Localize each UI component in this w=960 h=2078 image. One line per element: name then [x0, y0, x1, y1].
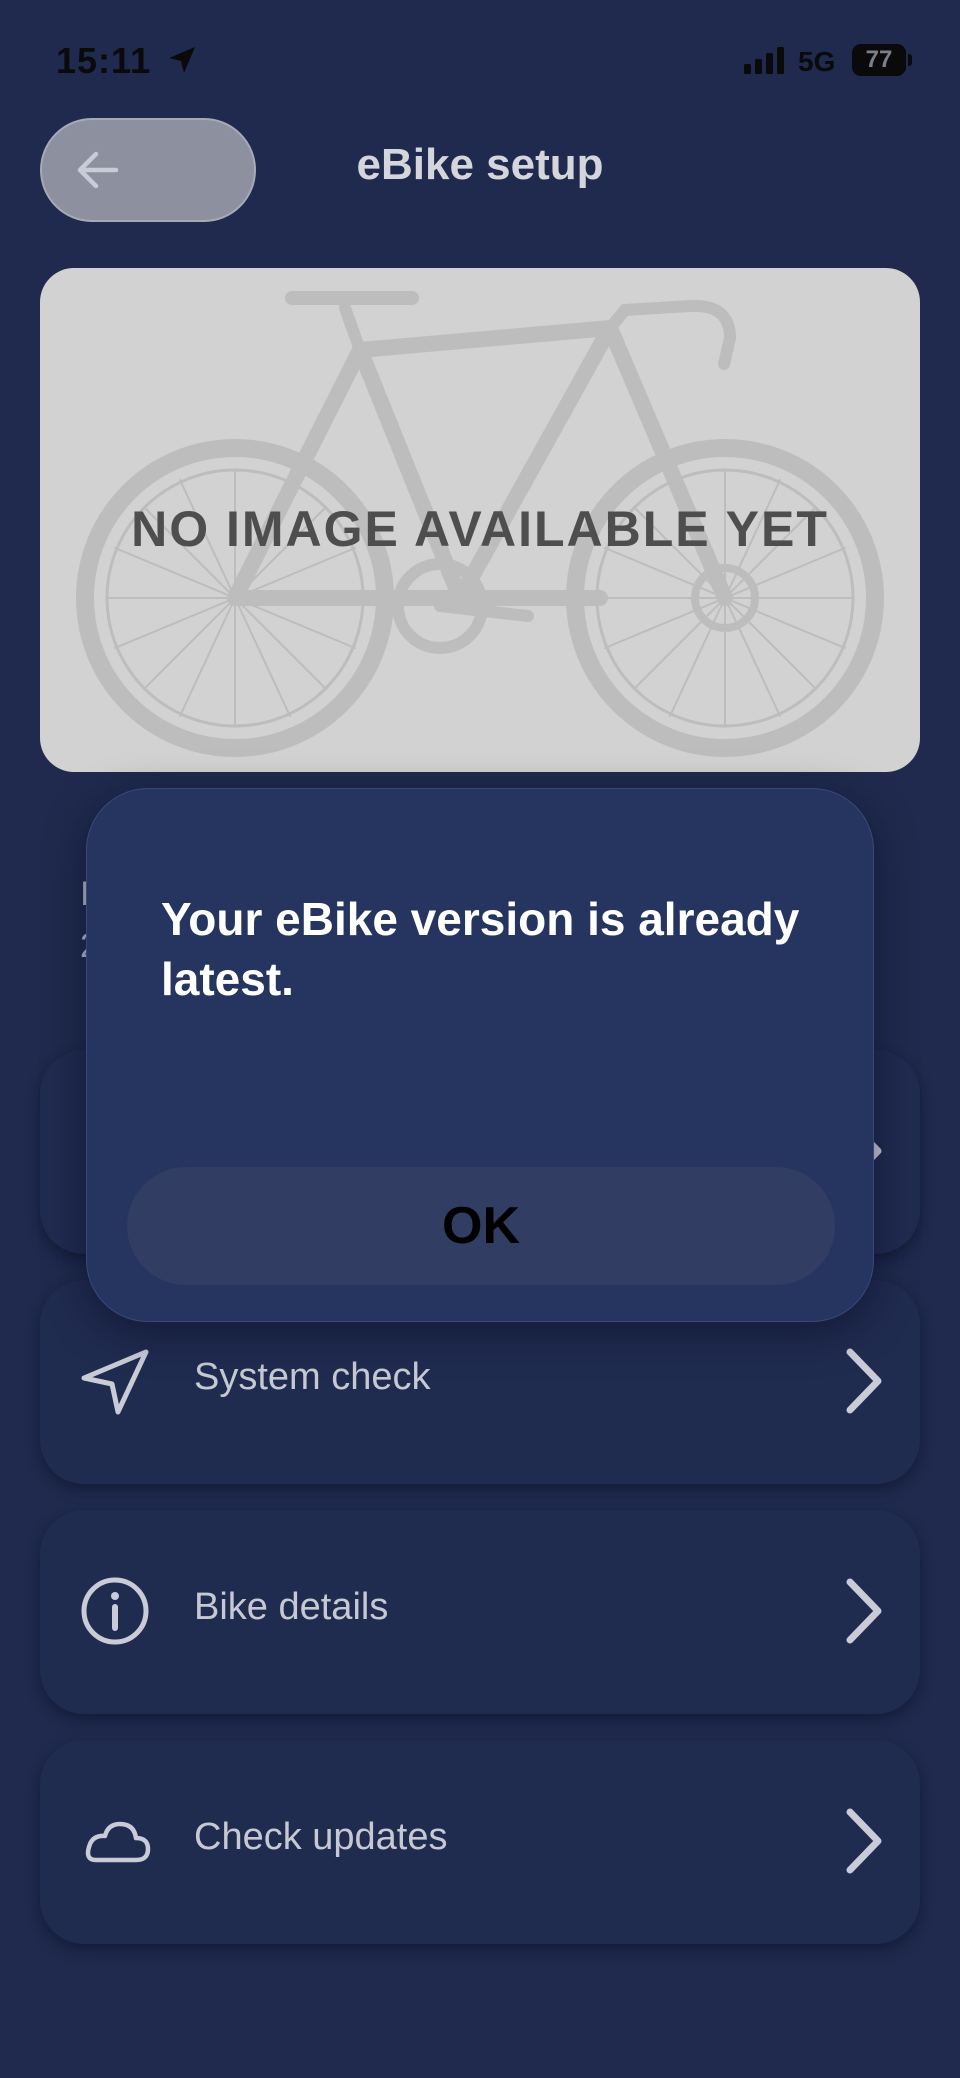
- battery-level: 77: [865, 46, 893, 73]
- chevron-right-icon: [846, 1348, 882, 1414]
- menu-item-check-updates-label: Check updates: [194, 1816, 448, 1858]
- back-arrow-icon: [77, 151, 119, 189]
- navigation-arrow-icon: [81, 1349, 149, 1415]
- menu-item-system-check-label: System check: [194, 1356, 431, 1398]
- bike-image-card: NO IMAGE AVAILABLE YET: [40, 268, 920, 772]
- no-image-placeholder-text: NO IMAGE AVAILABLE YET: [131, 501, 829, 557]
- network-label: 5G: [798, 46, 836, 77]
- chevron-right-icon: [846, 1808, 882, 1874]
- cloud-icon: [85, 1821, 151, 1863]
- status-bar: 15:11 5G 77: [0, 0, 960, 120]
- menu-item-bike-details-label: Bike details: [194, 1586, 389, 1628]
- dialog-message: Your eBike version is already latest.: [161, 893, 800, 1005]
- info-circle-icon: [81, 1577, 149, 1645]
- battery-icon: 77: [852, 44, 906, 76]
- app-screen: 15:11 5G 77 eBike setup NO IMAGE AVAILAB…: [0, 0, 960, 2078]
- back-button[interactable]: [40, 118, 256, 222]
- status-time: 15:11: [56, 40, 152, 81]
- menu-item-check-updates[interactable]: Check updates: [40, 1740, 920, 1944]
- ok-button[interactable]: OK: [127, 1167, 835, 1285]
- location-arrow-icon: [169, 47, 195, 73]
- page-title: eBike setup: [356, 140, 604, 189]
- chevron-right-icon: [846, 1578, 882, 1644]
- battery-tip: [908, 54, 912, 66]
- menu-item-bike-details[interactable]: Bike details: [40, 1510, 920, 1714]
- signal-bars-icon: [744, 47, 784, 74]
- update-status-dialog: Your eBike version is already latest. OK: [86, 788, 874, 1322]
